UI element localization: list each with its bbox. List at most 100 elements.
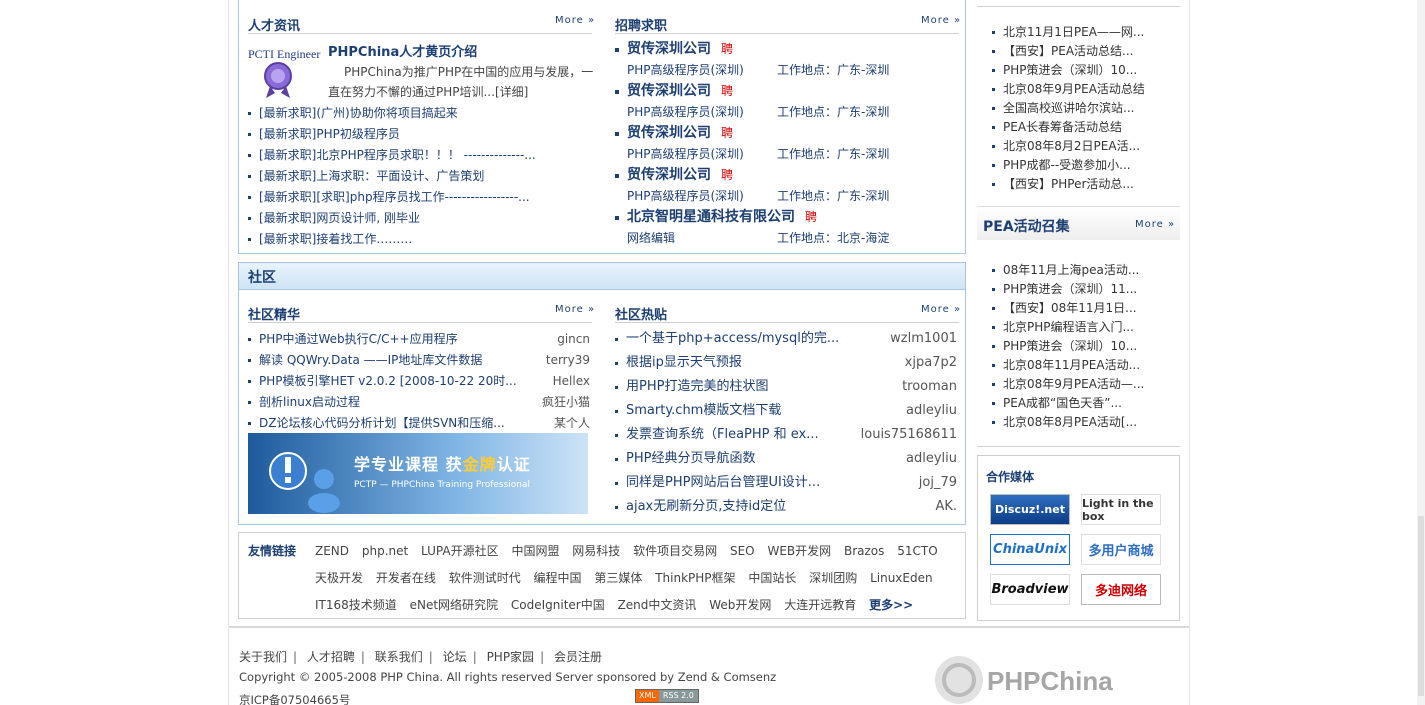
post-title[interactable]: 剖析linux启动过程	[259, 395, 360, 409]
post-author[interactable]: Hellex	[548, 371, 590, 392]
friend-link[interactable]: 软件测试时代	[449, 571, 521, 585]
list-item[interactable]: 解读 QQWry.Data ——IP地址库文件数据 terry39	[248, 350, 590, 371]
post-title[interactable]: PHP经典分页导航函数	[626, 451, 755, 466]
list-item[interactable]: PHP经典分页导航函数 adleyliu	[615, 447, 957, 471]
list-item[interactable]: [最新求职]接着找工作………	[248, 229, 593, 250]
list-item[interactable]: 根据ip显示天气预报 xjpa7p2	[615, 351, 957, 375]
list-item[interactable]: 北京08年9月PEA活动总结	[992, 80, 1177, 99]
post-author[interactable]: gincn	[553, 329, 590, 350]
job-company[interactable]: 贸传深圳公司	[627, 125, 711, 141]
post-title[interactable]: 同样是PHP网站后台管理UI设计...	[626, 475, 820, 490]
footer-link[interactable]: 会员注册	[554, 650, 602, 664]
list-item[interactable]: [最新求职]上海求职：平面设计、广告策划	[248, 166, 593, 187]
discuz-logo[interactable]: Discuz!.net	[990, 494, 1070, 525]
list-item[interactable]: PHP策进会（深圳）11...	[992, 280, 1177, 299]
friend-link[interactable]: CodeIgniter中国	[511, 598, 605, 612]
list-item[interactable]: 同样是PHP网站后台管理UI设计... joj_79	[615, 471, 957, 495]
talent-feature-desc-2[interactable]: 直在努力不懈的通过PHP培训...[详细]	[328, 83, 528, 100]
job-company[interactable]: 贸传深圳公司	[627, 41, 711, 57]
list-item[interactable]: 【西安】08年11月1日...	[992, 299, 1177, 318]
pea-more-link[interactable]: More »	[1135, 219, 1175, 230]
job-company[interactable]: 贸传深圳公司	[627, 167, 711, 183]
footer-link[interactable]: PHP家园	[487, 650, 535, 664]
post-author[interactable]: trooman	[898, 375, 957, 399]
post-author[interactable]: joj_79	[914, 471, 957, 495]
list-item[interactable]: PHP策进会（深圳）10...	[992, 61, 1177, 80]
list-item[interactable]: [最新求职]网页设计师, 刚毕业	[248, 208, 593, 229]
list-item[interactable]: 北京08年9月PEA活动—...	[992, 375, 1177, 394]
list-item[interactable]: 一个基于php+access/mysql的完... wzlm1001	[615, 327, 957, 351]
chinaunix-logo[interactable]: ChinaUnix	[990, 534, 1070, 565]
post-author[interactable]: 疯狂小猫	[537, 392, 590, 413]
footer-link[interactable]: 联系我们	[375, 650, 423, 664]
list-item[interactable]: 北京08年11月PEA活动...	[992, 356, 1177, 375]
job-position[interactable]: PHP高级程序员(深圳)	[627, 189, 744, 203]
list-item[interactable]: ajax无刷新分页,支持id定位 AK.	[615, 495, 957, 519]
list-item[interactable]: 用PHP打造完美的柱状图 trooman	[615, 375, 957, 399]
job-position[interactable]: PHP高级程序员(深圳)	[627, 63, 744, 77]
jobs-more-link[interactable]: More »	[921, 15, 961, 26]
post-author[interactable]: xjpa7p2	[900, 351, 957, 375]
post-author[interactable]: AK.	[931, 495, 957, 519]
post-author[interactable]: 某个人	[549, 413, 590, 434]
post-author[interactable]: adleyliu	[902, 399, 957, 423]
friend-link[interactable]: 大连开远教育	[784, 598, 856, 612]
community-hot-more-link[interactable]: More »	[921, 304, 961, 315]
list-item[interactable]: 发票查询系统（FleaPHP 和 ex... louis75168611	[615, 423, 957, 447]
list-item[interactable]: [最新求职][求职]php程序员找工作-----------------...	[248, 187, 593, 208]
list-item[interactable]: 北京08年8月2日PEA活...	[992, 137, 1177, 156]
friend-link[interactable]: IT168技术频道	[315, 598, 397, 612]
job-item[interactable]: 贸传深圳公司聘 PHP高级程序员(深圳) 工作地点：广东-深圳	[615, 123, 960, 165]
friend-link[interactable]: 开发者在线	[376, 571, 436, 585]
list-item[interactable]: [最新求职](广州)协助你将项目搞起来	[248, 103, 593, 124]
list-item[interactable]: 北京08年8月PEA活动[...	[992, 413, 1177, 432]
list-item[interactable]: 北京11月1日PEA——网...	[992, 23, 1177, 42]
post-title[interactable]: PHP模板引擎HET v2.0.2 [2008-10-22 20时...	[259, 374, 517, 388]
lightinthebox-logo[interactable]: Light in the box	[1081, 494, 1161, 525]
talent-feature-title[interactable]: PHPChina人才黄页介绍	[328, 41, 477, 60]
list-item[interactable]: PEA长春筹备活动总结	[992, 118, 1177, 137]
multi-user-mall-logo[interactable]: 多用户商城	[1081, 534, 1161, 565]
friend-link[interactable]: SEO	[730, 544, 755, 558]
friend-link[interactable]: 天极开发	[315, 571, 363, 585]
friend-link[interactable]: 中国站长	[748, 571, 796, 585]
friend-link[interactable]: 软件项目交易网	[633, 544, 717, 558]
footer-link[interactable]: 论坛	[443, 650, 467, 664]
post-title[interactable]: 解读 QQWry.Data ——IP地址库文件数据	[259, 353, 482, 367]
friend-link[interactable]: 51CTO	[897, 544, 937, 558]
list-item[interactable]: PEA成都“国色天香”...	[992, 394, 1177, 413]
post-title[interactable]: PHP中通过Web执行C/C++应用程序	[259, 332, 458, 346]
post-author[interactable]: terry39	[541, 350, 590, 371]
scrollbar-thumb[interactable]	[1418, 516, 1424, 696]
pctp-training-banner[interactable]: 学专业课程 获金牌认证 PCTP — PHPChina Training Pro…	[248, 433, 588, 514]
job-company[interactable]: 北京智明星通科技有限公司	[627, 209, 795, 225]
post-title[interactable]: 用PHP打造完美的柱状图	[626, 379, 768, 394]
footer-link[interactable]: 人才招聘	[307, 650, 355, 664]
post-title[interactable]: 发票查询系统（FleaPHP 和 ex...	[626, 427, 819, 442]
post-author[interactable]: wzlm1001	[886, 327, 957, 351]
post-title[interactable]: 根据ip显示天气预报	[626, 355, 742, 370]
friend-link[interactable]: php.net	[362, 544, 408, 558]
list-item[interactable]: DZ论坛核心代码分析计划【提供SVN和压缩... 某个人	[248, 413, 590, 434]
friend-link[interactable]: Zend中文资讯	[618, 598, 697, 612]
post-author[interactable]: adleyliu	[902, 447, 957, 471]
icp-number[interactable]: 京ICP备07504665号	[239, 692, 350, 705]
post-title[interactable]: Smarty.chm模版文档下载	[626, 403, 781, 418]
friend-link[interactable]: ThinkPHP框架	[655, 571, 735, 585]
friend-link[interactable]: 编程中国	[534, 571, 582, 585]
job-item[interactable]: 贸传深圳公司聘 PHP高级程序员(深圳) 工作地点：广东-深圳	[615, 165, 960, 207]
job-item[interactable]: 贸传深圳公司聘 PHP高级程序员(深圳) 工作地点：广东-深圳	[615, 81, 960, 123]
job-company[interactable]: 贸传深圳公司	[627, 83, 711, 99]
friend-link[interactable]: LinuxEden	[870, 571, 933, 585]
broadview-logo[interactable]: Broadview	[990, 574, 1070, 605]
post-author[interactable]: louis75168611	[856, 423, 957, 447]
list-item[interactable]: PHP成都--受邀参加小...	[992, 156, 1177, 175]
job-item[interactable]: 贸传深圳公司聘 PHP高级程序员(深圳) 工作地点：广东-深圳	[615, 39, 960, 81]
friend-link[interactable]: eNet网络研究院	[410, 598, 498, 612]
list-item[interactable]: 剖析linux启动过程 疯狂小猫	[248, 392, 590, 413]
post-title[interactable]: 一个基于php+access/mysql的完...	[626, 331, 839, 346]
friend-link[interactable]: WEB开发网	[767, 544, 831, 558]
job-position[interactable]: 网络编辑	[627, 231, 675, 245]
post-title[interactable]: DZ论坛核心代码分析计划【提供SVN和压缩...	[259, 416, 505, 430]
list-item[interactable]: PHP中通过Web执行C/C++应用程序 gincn	[248, 329, 590, 350]
